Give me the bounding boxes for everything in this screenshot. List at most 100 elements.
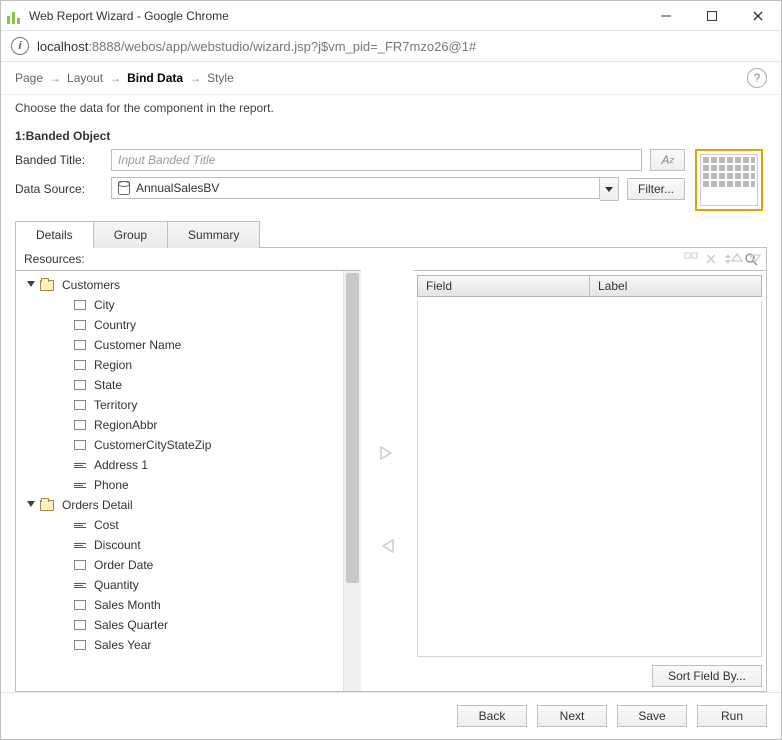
formula-icon [74,523,86,528]
tree-field-cost[interactable]: Cost [16,515,361,535]
remove-field-button[interactable] [377,536,397,559]
column-label[interactable]: Label [590,276,761,296]
field-icon [74,420,86,430]
formula-icon [74,463,86,468]
wizard-step-page[interactable]: Page [15,71,43,85]
banded-title-label: Banded Title: [15,153,103,167]
chevron-right-icon: → [189,71,201,85]
data-source-value: AnnualSalesBV [136,181,219,195]
wizard-step-style[interactable]: Style [207,71,234,85]
step-description: Choose the data for the component in the… [1,95,781,127]
expander-icon[interactable] [26,280,36,290]
tree-field-order-date[interactable]: Order Date [16,555,361,575]
tree-item-label: RegionAbbr [94,418,157,432]
tree-field-city[interactable]: City [16,295,361,315]
field-grid-body[interactable] [417,301,762,657]
field-icon [74,440,86,450]
tab-group[interactable]: Group [93,221,168,248]
layout-thumbnail[interactable] [695,149,763,211]
app-icon [7,8,23,24]
chevron-right-icon: → [49,71,61,85]
field-icon [74,400,86,410]
tree-folder-customers[interactable]: Customers [16,275,361,295]
field-icon [74,320,86,330]
minimize-button[interactable] [643,1,689,31]
banded-title-input[interactable] [111,149,642,171]
folder-icon [40,500,54,511]
site-info-icon[interactable]: i [11,37,29,55]
formula-icon [74,483,86,488]
back-button[interactable]: Back [457,705,527,727]
tree-field-discount[interactable]: Discount [16,535,361,555]
maximize-button[interactable] [689,1,735,31]
tree-item-label: Country [94,318,136,332]
move-field-down-icon[interactable] [748,251,762,265]
help-icon[interactable]: ? [747,68,767,88]
tree-item-label: Order Date [94,558,153,572]
sort-field-by-button[interactable]: Sort Field By... [652,665,762,687]
expander-icon[interactable] [26,500,36,510]
wizard-step-bind-data[interactable]: Bind Data [127,71,183,85]
tree-field-address-1[interactable]: Address 1 [16,455,361,475]
filter-button[interactable]: Filter... [627,178,685,200]
tree-field-state[interactable]: State [16,375,361,395]
resource-scrollbar[interactable] [343,271,361,691]
next-button[interactable]: Next [537,705,607,727]
field-icon [74,340,86,350]
folder-icon [40,280,54,291]
tree-field-sales-quarter[interactable]: Sales Quarter [16,615,361,635]
window-title: Web Report Wizard - Google Chrome [29,9,229,23]
tree-item-label: Phone [94,478,129,492]
delete-resource-icon[interactable] [704,252,718,266]
tree-field-phone[interactable]: Phone [16,475,361,495]
url-text[interactable]: localhost:8888/webos/app/webstudio/wizar… [37,39,476,54]
chevron-right-icon: → [109,71,121,85]
formula-icon [74,583,86,588]
formula-icon [74,543,86,548]
tree-field-customercitystatezip[interactable]: CustomerCityStateZip [16,435,361,455]
data-source-caret[interactable] [600,177,619,201]
run-button[interactable]: Run [697,705,767,727]
tree-item-label: Orders Detail [62,498,133,512]
tree-field-sales-year[interactable]: Sales Year [16,635,361,655]
edit-resource-icon[interactable] [684,252,698,266]
wizard-steps: Page → Layout → Bind Data → Style ? [1,62,781,95]
tree-item-label: State [94,378,122,392]
field-icon [74,380,86,390]
tab-summary[interactable]: Summary [167,221,260,248]
tab-details[interactable]: Details [15,221,94,248]
tree-field-customer-name[interactable]: Customer Name [16,335,361,355]
save-button[interactable]: Save [617,705,687,727]
datasource-icon [118,181,130,195]
field-grid-header: Field Label [417,275,762,297]
tree-item-label: Region [94,358,132,372]
tree-field-quantity[interactable]: Quantity [16,575,361,595]
field-icon [74,300,86,310]
tree-field-country[interactable]: Country [16,315,361,335]
tree-field-regionabbr[interactable]: RegionAbbr [16,415,361,435]
tree-folder-orders-detail[interactable]: Orders Detail [16,495,361,515]
data-source-select[interactable]: AnnualSalesBV [111,177,600,199]
add-field-button[interactable] [377,443,397,466]
font-style-button[interactable]: Az [650,149,685,171]
tree-item-label: Address 1 [94,458,148,472]
tree-field-territory[interactable]: Territory [16,395,361,415]
field-icon [74,600,86,610]
move-field-up-icon[interactable] [730,251,744,265]
section-title: 1:Banded Object [1,127,781,149]
tree-item-label: Sales Year [94,638,151,652]
tree-field-region[interactable]: Region [16,355,361,375]
tree-item-label: Customers [62,278,120,292]
field-icon [74,640,86,650]
tree-item-label: Customer Name [94,338,181,352]
column-field[interactable]: Field [418,276,590,296]
tree-item-label: Quantity [94,578,139,592]
tree-item-label: Territory [94,398,137,412]
tree-field-sales-month[interactable]: Sales Month [16,595,361,615]
tree-item-label: City [94,298,115,312]
wizard-step-layout[interactable]: Layout [67,71,103,85]
field-icon [74,560,86,570]
close-button[interactable] [735,1,781,31]
tree-item-label: Sales Month [94,598,161,612]
tree-item-label: Sales Quarter [94,618,168,632]
